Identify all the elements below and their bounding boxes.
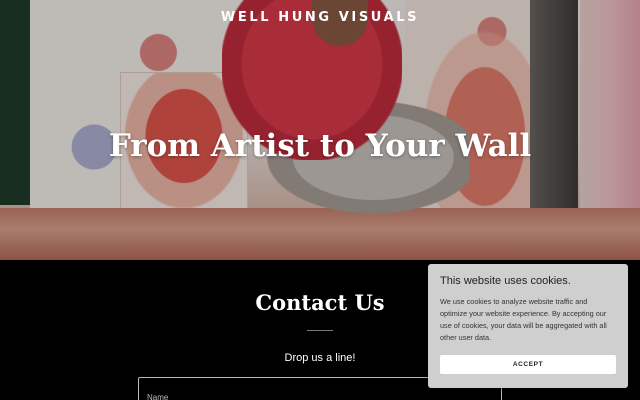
accept-cookies-button[interactable]: ACCEPT xyxy=(440,355,616,374)
cookie-banner-title: This website uses cookies. xyxy=(440,275,571,287)
contact-divider xyxy=(307,330,333,331)
cookie-banner-text: We use cookies to analyze website traffi… xyxy=(440,297,607,342)
cookie-banner: This website uses cookies. We use cookie… xyxy=(428,264,628,388)
hero-section: WELL HUNG VISUALS From Artist to Your Wa… xyxy=(0,0,640,260)
hero-title: From Artist to Your Wall xyxy=(108,128,532,164)
site-logo-link[interactable]: WELL HUNG VISUALS xyxy=(0,10,640,25)
